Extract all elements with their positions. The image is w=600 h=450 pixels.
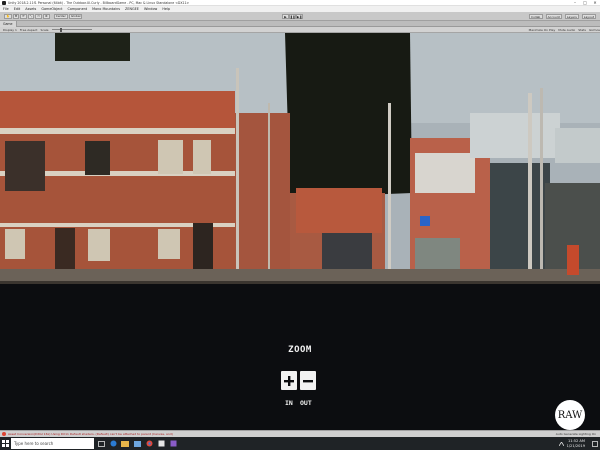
menu-assets[interactable]: Assets: [25, 7, 36, 11]
street-scene-image: [0, 33, 600, 284]
edge-browser-icon[interactable]: [108, 438, 118, 449]
pivot-toggle[interactable]: Center: [53, 13, 68, 19]
zoom-panel: ZOOM IN OUT RAW: [0, 284, 600, 430]
aspect-dropdown[interactable]: Free Aspect: [20, 28, 38, 32]
clock-time: 11:52 AM: [567, 438, 585, 443]
console-message[interactable]: Asset Conversion(DXGI 16x) Using DX11 De…: [8, 432, 173, 436]
search-placeholder: Type here to search: [14, 441, 54, 446]
scale-slider[interactable]: [51, 27, 92, 32]
close-button[interactable]: ✕: [590, 0, 600, 6]
menu-zengee[interactable]: ZENGEE: [125, 7, 139, 11]
rect-tool-button[interactable]: ▭: [35, 13, 43, 19]
clock-date: 1/21/2019: [566, 443, 585, 448]
menu-gameobject[interactable]: GameObject: [41, 7, 62, 11]
mute-audio-toggle[interactable]: Mute Audio: [558, 28, 575, 32]
error-icon: [2, 432, 6, 436]
window-title: Unity 2018.2.11f1 Personal (64bit) - The…: [8, 0, 190, 5]
scale-label: Scale: [40, 27, 49, 32]
console-status-bar[interactable]: Asset Conversion(DXGI 16x) Using DX11 De…: [0, 430, 600, 437]
store-icon[interactable]: [132, 438, 142, 449]
plus-icon: [284, 375, 294, 386]
zoom-out-button[interactable]: [300, 371, 316, 390]
menu-component[interactable]: Component: [67, 7, 87, 11]
unity-logo-icon: [2, 0, 6, 5]
maximize-button[interactable]: □: [580, 0, 590, 6]
app-taskbar-icon[interactable]: [168, 438, 178, 449]
clock[interactable]: 11:52 AM 1/21/2019: [567, 439, 585, 448]
play-button[interactable]: ▶: [282, 14, 289, 19]
start-button[interactable]: [0, 437, 10, 450]
scale-tool-button[interactable]: ⤡: [27, 13, 35, 19]
lighting-status: Auto Generate Lighting On: [555, 432, 596, 436]
task-view-icon[interactable]: [96, 438, 106, 449]
menu-edit[interactable]: Edit: [14, 7, 21, 11]
transform-tool-button[interactable]: ⚙: [43, 13, 50, 19]
file-explorer-icon[interactable]: [120, 438, 130, 449]
game-view[interactable]: ZOOM IN OUT RAW: [0, 33, 600, 430]
unity-taskbar-icon[interactable]: [156, 438, 166, 449]
raw-logo: RAW: [555, 400, 585, 430]
taskbar-search-input[interactable]: Type here to search: [11, 438, 94, 449]
minimize-button[interactable]: –: [570, 0, 580, 6]
minus-icon: [303, 379, 313, 382]
layout-dropdown[interactable]: Layout: [581, 14, 596, 19]
chrome-icon[interactable]: [144, 438, 154, 449]
rotate-tool-button[interactable]: ⟳: [20, 13, 27, 19]
notification-up-icon[interactable]: [557, 438, 567, 449]
space-toggle[interactable]: Global: [68, 13, 83, 19]
main-toolbar: ✋ ✥ ⟳ ⤡ ▭ ⚙ Center Global ▶ ❚❚ ▶❚ Collab…: [0, 12, 600, 21]
menu-file[interactable]: File: [3, 7, 9, 11]
zoom-in-label: IN: [285, 399, 293, 407]
hand-tool-button[interactable]: ✋: [4, 13, 12, 19]
zoom-in-button[interactable]: [281, 371, 297, 390]
stats-toggle[interactable]: Stats: [578, 28, 586, 32]
pause-button[interactable]: ❚❚: [289, 14, 296, 19]
windows-logo-icon: [1, 440, 9, 447]
display-dropdown[interactable]: Display 1: [3, 28, 17, 32]
maximize-on-play-toggle[interactable]: Maximize On Play: [529, 28, 556, 32]
account-dropdown[interactable]: Account: [545, 14, 562, 19]
windows-taskbar: Type here to search 11:52 AM 1/21/2019: [0, 437, 600, 450]
menu-window[interactable]: Window: [144, 7, 157, 11]
move-tool-button[interactable]: ✥: [12, 13, 20, 19]
menu-mono-mountains[interactable]: Mono Mountains: [92, 7, 120, 11]
tab-game[interactable]: Game: [0, 20, 17, 27]
zoom-out-label: OUT: [300, 399, 312, 407]
action-center-icon[interactable]: [590, 438, 600, 449]
gizmos-dropdown[interactable]: Gizmos: [589, 28, 600, 32]
step-button[interactable]: ▶❚: [296, 14, 303, 19]
system-tray: 11:52 AM 1/21/2019: [555, 438, 600, 449]
layers-dropdown[interactable]: Layers: [564, 14, 579, 19]
zoom-title: ZOOM: [288, 345, 312, 355]
menu-help[interactable]: Help: [162, 7, 170, 11]
collab-dropdown[interactable]: Collab: [528, 14, 543, 19]
